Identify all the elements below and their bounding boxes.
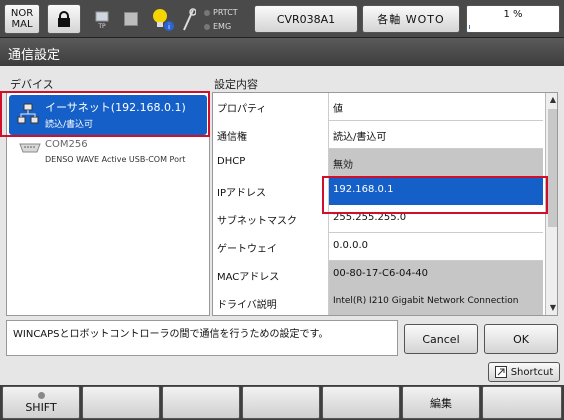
wrench-icon — [183, 8, 196, 31]
table-row[interactable]: DHCP 無効 — [213, 149, 543, 177]
mode-label-top: NOR — [10, 8, 34, 19]
device-status: 読込/書込可 — [45, 120, 94, 130]
shift-indicator-icon — [37, 391, 45, 399]
property-cell: DHCP — [213, 149, 329, 177]
header-value: 値 — [333, 104, 343, 115]
axis-mode-button[interactable]: 各軸 WOTO — [362, 5, 460, 33]
function-key-3[interactable] — [162, 386, 240, 419]
shortcut-label: Shortcut — [510, 366, 554, 378]
property-cell: MACアドレス — [213, 261, 329, 289]
property-cell: ドライバ説明 — [213, 289, 329, 315]
property-cell: ゲートウェイ — [213, 233, 329, 261]
settings-label: 設定内容 — [214, 78, 258, 91]
com-port-icon — [19, 143, 41, 153]
property-cell: 通信権 — [213, 121, 329, 149]
function-key-1[interactable]: SHIFT — [2, 386, 80, 419]
status-square-icon — [124, 12, 138, 26]
message-box: WINCAPSとロボットコントローラの間で通信を行うための設定です。 — [6, 320, 398, 356]
value-cell: 0.0.0.0 — [333, 240, 368, 251]
cancel-button[interactable]: Cancel — [404, 324, 478, 354]
teach-pendant-indicator: TP — [92, 6, 112, 34]
table-row[interactable]: MACアドレス 00-80-17-C6-04-40 — [213, 261, 543, 289]
protect-dot-icon — [204, 9, 210, 16]
shortcut-button[interactable]: Shortcut — [488, 362, 560, 382]
function-key-7[interactable] — [482, 386, 562, 419]
ok-button[interactable]: OK — [484, 324, 558, 354]
property-cell: サブネットマスク — [213, 205, 329, 233]
settings-table: プロパティ 値 通信権 読込/書込可 DHCP 無効 IPアドレス 192.168.0.1… — [212, 92, 558, 316]
lock-icon — [58, 11, 70, 27]
header-property: プロパティ — [213, 93, 329, 121]
ethernet-network-icon — [17, 103, 39, 124]
function-key-label: 編集 — [430, 396, 452, 410]
protect-status: PRTCT — [204, 8, 238, 17]
emergency-status: EMG — [204, 22, 231, 31]
value-cell: 255.255.255.0 — [333, 212, 407, 223]
table-row[interactable]: IPアドレス 192.168.0.1 — [213, 177, 543, 205]
devices-label: デバイス — [10, 78, 54, 91]
value-cell: 無効 — [329, 149, 543, 177]
speed-indicator[interactable]: 1 % — [466, 5, 560, 33]
table-row[interactable]: サブネットマスク 255.255.255.0 — [213, 205, 543, 233]
device-description: DENSO WAVE Active USB-COM Port — [45, 155, 186, 164]
settings-scrollbar[interactable]: ▲ ▼ — [545, 93, 557, 315]
mode-normal-button[interactable]: NOR MAL — [4, 4, 40, 34]
device-item-com256[interactable]: COM256 DENSO WAVE Active USB-COM Port — [9, 137, 207, 167]
teach-pendant-icon — [95, 11, 109, 21]
lamp-indicator: i — [150, 6, 176, 34]
wrench-indicator — [178, 6, 198, 34]
value-cell: 読込/書込可 — [333, 132, 387, 143]
value-cell: 00-80-17-C6-04-40 — [329, 261, 543, 289]
speed-text: 1 % — [503, 9, 523, 20]
page-title: 通信設定 — [0, 38, 564, 66]
value-cell: Intel(R) I210 Gigabit Network Connection — [329, 289, 543, 315]
function-key-6[interactable]: 編集 — [402, 386, 480, 419]
device-name: COM256 — [45, 139, 88, 150]
function-key-2[interactable] — [82, 386, 160, 419]
communication-settings-screen: NOR MAL TP i PRTCT EMG CVR038A1 各軸 WOTO … — [0, 0, 564, 420]
lock-button[interactable] — [47, 4, 81, 34]
table-row[interactable]: 通信権 読込/書込可 — [213, 121, 543, 149]
scroll-up-icon[interactable]: ▲ — [548, 95, 557, 107]
emg-label: EMG — [213, 22, 232, 31]
scroll-thumb[interactable] — [548, 109, 557, 227]
tp-label: TP — [98, 22, 106, 30]
lightbulb-info-icon: i — [153, 9, 174, 31]
table-header-row: プロパティ 値 — [213, 93, 543, 121]
controller-button[interactable]: CVR038A1 — [254, 5, 358, 33]
device-item-ethernet[interactable]: イーサネット(192.168.0.1) 読込/書込可 — [9, 95, 207, 135]
mode-label-bottom: MAL — [11, 19, 33, 30]
shortcut-icon — [494, 366, 507, 378]
function-key-label: SHIFT — [25, 400, 57, 414]
function-key-5[interactable] — [322, 386, 400, 419]
scroll-down-icon[interactable]: ▼ — [548, 303, 557, 315]
function-key-4[interactable] — [242, 386, 320, 419]
value-cell: 192.168.0.1 — [329, 177, 543, 205]
device-list: イーサネット(192.168.0.1) 読込/書込可 COM256 DENSO … — [6, 92, 210, 316]
speed-bar — [469, 25, 470, 29]
prtct-label: PRTCT — [213, 8, 238, 17]
device-name: イーサネット(192.168.0.1) — [45, 101, 186, 114]
table-row[interactable]: ドライバ説明 Intel(R) I210 Gigabit Network Conn… — [213, 289, 543, 315]
emg-dot-icon — [204, 23, 210, 30]
top-toolbar: NOR MAL TP i PRTCT EMG CVR038A1 各軸 WOTO … — [0, 0, 564, 38]
table-row[interactable]: ゲートウェイ 0.0.0.0 — [213, 233, 543, 261]
property-cell: IPアドレス — [213, 177, 329, 205]
